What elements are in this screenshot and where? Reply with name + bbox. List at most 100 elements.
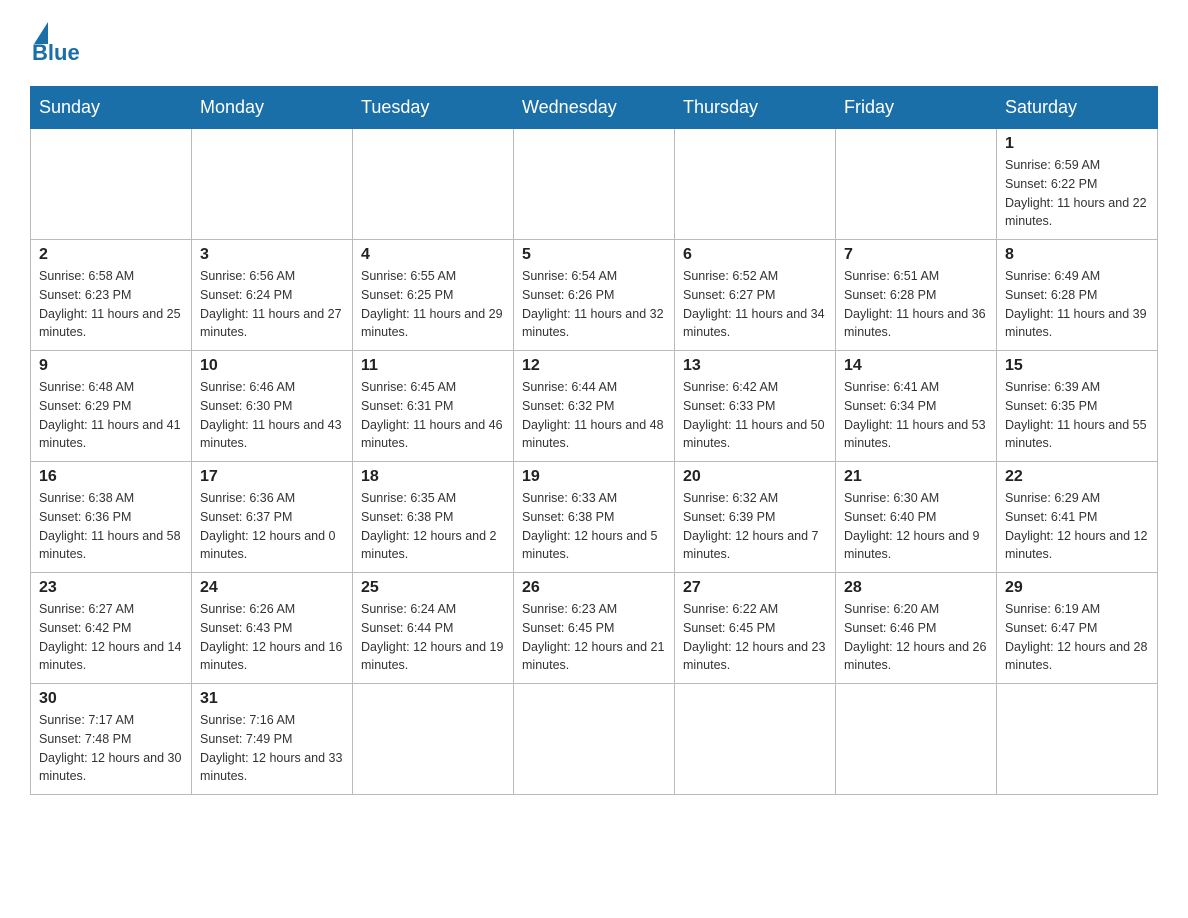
calendar-cell: 26Sunrise: 6:23 AM Sunset: 6:45 PM Dayli… bbox=[514, 573, 675, 684]
calendar-cell: 23 Sunrise: 6:27 AM Sunset: 6:42 PM Dayli… bbox=[31, 573, 192, 684]
day-info: Sunrise: 6:49 AM Sunset: 6:28 PM Dayligh… bbox=[1005, 267, 1149, 342]
weekday-header-wednesday: Wednesday bbox=[514, 87, 675, 129]
calendar-cell: 20 Sunrise: 6:32 AM Sunset: 6:39 PM Dayli… bbox=[675, 462, 836, 573]
day-info: Sunrise: 6:52 AM Sunset: 6:27 PM Dayligh… bbox=[683, 267, 827, 342]
calendar-cell: 3 Sunrise: 6:56 AM Sunset: 6:24 PM Daylig… bbox=[192, 240, 353, 351]
day-number: 14 bbox=[844, 357, 988, 375]
calendar-cell bbox=[353, 129, 514, 240]
calendar-week-1: 1Sunrise: 6:59 AM Sunset: 6:22 PM Daylig… bbox=[31, 129, 1158, 240]
calendar-cell: 7 Sunrise: 6:51 AM Sunset: 6:28 PM Daylig… bbox=[836, 240, 997, 351]
day-number: 12 bbox=[522, 357, 666, 375]
day-info: Sunrise: 6:36 AM Sunset: 6:37 PM Dayligh… bbox=[200, 489, 344, 564]
day-number: 23 bbox=[39, 579, 183, 597]
calendar-cell bbox=[836, 684, 997, 795]
calendar-cell bbox=[675, 129, 836, 240]
day-number: 7 bbox=[844, 246, 988, 264]
day-info: Sunrise: 6:41 AM Sunset: 6:34 PM Dayligh… bbox=[844, 378, 988, 453]
day-info: Sunrise: 6:46 AM Sunset: 6:30 PM Dayligh… bbox=[200, 378, 344, 453]
day-number: 15 bbox=[1005, 357, 1149, 375]
calendar-week-4: 16Sunrise: 6:38 AM Sunset: 6:36 PM Dayli… bbox=[31, 462, 1158, 573]
weekday-header-tuesday: Tuesday bbox=[353, 87, 514, 129]
calendar-cell: 19 Sunrise: 6:33 AM Sunset: 6:38 PM Dayli… bbox=[514, 462, 675, 573]
day-number: 29 bbox=[1005, 579, 1149, 597]
calendar-week-3: 9Sunrise: 6:48 AM Sunset: 6:29 PM Daylig… bbox=[31, 351, 1158, 462]
calendar-cell: 4Sunrise: 6:55 AM Sunset: 6:25 PM Daylig… bbox=[353, 240, 514, 351]
day-number: 3 bbox=[200, 246, 344, 264]
day-number: 16 bbox=[39, 468, 183, 486]
day-number: 30 bbox=[39, 690, 183, 708]
weekday-header-thursday: Thursday bbox=[675, 87, 836, 129]
calendar-cell: 15Sunrise: 6:39 AM Sunset: 6:35 PM Dayli… bbox=[997, 351, 1158, 462]
day-number: 25 bbox=[361, 579, 505, 597]
day-info: Sunrise: 6:26 AM Sunset: 6:43 PM Dayligh… bbox=[200, 600, 344, 675]
day-info: Sunrise: 7:17 AM Sunset: 7:48 PM Dayligh… bbox=[39, 711, 183, 786]
day-info: Sunrise: 6:55 AM Sunset: 6:25 PM Dayligh… bbox=[361, 267, 505, 342]
day-number: 8 bbox=[1005, 246, 1149, 264]
calendar-cell: 29 Sunrise: 6:19 AM Sunset: 6:47 PM Dayli… bbox=[997, 573, 1158, 684]
calendar-cell: 25 Sunrise: 6:24 AM Sunset: 6:44 PM Dayli… bbox=[353, 573, 514, 684]
calendar-cell: 10 Sunrise: 6:46 AM Sunset: 6:30 PM Dayli… bbox=[192, 351, 353, 462]
calendar-cell bbox=[836, 129, 997, 240]
page-header: Blue bbox=[30, 20, 1158, 66]
calendar-cell: 18 Sunrise: 6:35 AM Sunset: 6:38 PM Dayli… bbox=[353, 462, 514, 573]
calendar-table: SundayMondayTuesdayWednesdayThursdayFrid… bbox=[30, 86, 1158, 795]
calendar-cell: 16Sunrise: 6:38 AM Sunset: 6:36 PM Dayli… bbox=[31, 462, 192, 573]
day-info: Sunrise: 6:29 AM Sunset: 6:41 PM Dayligh… bbox=[1005, 489, 1149, 564]
day-number: 6 bbox=[683, 246, 827, 264]
day-info: Sunrise: 7:16 AM Sunset: 7:49 PM Dayligh… bbox=[200, 711, 344, 786]
day-info: Sunrise: 6:51 AM Sunset: 6:28 PM Dayligh… bbox=[844, 267, 988, 342]
day-number: 10 bbox=[200, 357, 344, 375]
day-info: Sunrise: 6:54 AM Sunset: 6:26 PM Dayligh… bbox=[522, 267, 666, 342]
calendar-week-2: 2 Sunrise: 6:58 AM Sunset: 6:23 PM Daylig… bbox=[31, 240, 1158, 351]
day-info: Sunrise: 6:48 AM Sunset: 6:29 PM Dayligh… bbox=[39, 378, 183, 453]
calendar-cell bbox=[675, 684, 836, 795]
day-info: Sunrise: 6:27 AM Sunset: 6:42 PM Dayligh… bbox=[39, 600, 183, 675]
day-info: Sunrise: 6:22 AM Sunset: 6:45 PM Dayligh… bbox=[683, 600, 827, 675]
day-number: 20 bbox=[683, 468, 827, 486]
weekday-row: SundayMondayTuesdayWednesdayThursdayFrid… bbox=[31, 87, 1158, 129]
calendar-cell bbox=[514, 684, 675, 795]
day-number: 26 bbox=[522, 579, 666, 597]
calendar-cell: 5 Sunrise: 6:54 AM Sunset: 6:26 PM Daylig… bbox=[514, 240, 675, 351]
calendar-cell: 22Sunrise: 6:29 AM Sunset: 6:41 PM Dayli… bbox=[997, 462, 1158, 573]
day-info: Sunrise: 6:32 AM Sunset: 6:39 PM Dayligh… bbox=[683, 489, 827, 564]
calendar-cell: 1Sunrise: 6:59 AM Sunset: 6:22 PM Daylig… bbox=[997, 129, 1158, 240]
day-info: Sunrise: 6:19 AM Sunset: 6:47 PM Dayligh… bbox=[1005, 600, 1149, 675]
day-number: 18 bbox=[361, 468, 505, 486]
calendar-body: 1Sunrise: 6:59 AM Sunset: 6:22 PM Daylig… bbox=[31, 129, 1158, 795]
logo: Blue bbox=[30, 20, 80, 66]
day-number: 2 bbox=[39, 246, 183, 264]
calendar-cell: 6 Sunrise: 6:52 AM Sunset: 6:27 PM Daylig… bbox=[675, 240, 836, 351]
weekday-header-monday: Monday bbox=[192, 87, 353, 129]
day-number: 31 bbox=[200, 690, 344, 708]
weekday-header-friday: Friday bbox=[836, 87, 997, 129]
calendar-cell: 27Sunrise: 6:22 AM Sunset: 6:45 PM Dayli… bbox=[675, 573, 836, 684]
calendar-cell: 30 Sunrise: 7:17 AM Sunset: 7:48 PM Dayli… bbox=[31, 684, 192, 795]
day-number: 24 bbox=[200, 579, 344, 597]
calendar-cell: 14 Sunrise: 6:41 AM Sunset: 6:34 PM Dayli… bbox=[836, 351, 997, 462]
day-info: Sunrise: 6:24 AM Sunset: 6:44 PM Dayligh… bbox=[361, 600, 505, 675]
day-info: Sunrise: 6:33 AM Sunset: 6:38 PM Dayligh… bbox=[522, 489, 666, 564]
calendar-cell: 8 Sunrise: 6:49 AM Sunset: 6:28 PM Daylig… bbox=[997, 240, 1158, 351]
day-number: 13 bbox=[683, 357, 827, 375]
calendar-header: SundayMondayTuesdayWednesdayThursdayFrid… bbox=[31, 87, 1158, 129]
weekday-header-saturday: Saturday bbox=[997, 87, 1158, 129]
calendar-cell bbox=[997, 684, 1158, 795]
day-number: 28 bbox=[844, 579, 988, 597]
day-info: Sunrise: 6:58 AM Sunset: 6:23 PM Dayligh… bbox=[39, 267, 183, 342]
calendar-week-6: 30 Sunrise: 7:17 AM Sunset: 7:48 PM Dayli… bbox=[31, 684, 1158, 795]
calendar-cell bbox=[353, 684, 514, 795]
calendar-cell: 31 Sunrise: 7:16 AM Sunset: 7:49 PM Dayli… bbox=[192, 684, 353, 795]
day-number: 19 bbox=[522, 468, 666, 486]
calendar-cell bbox=[514, 129, 675, 240]
day-number: 5 bbox=[522, 246, 666, 264]
calendar-cell: 9Sunrise: 6:48 AM Sunset: 6:29 PM Daylig… bbox=[31, 351, 192, 462]
day-info: Sunrise: 6:35 AM Sunset: 6:38 PM Dayligh… bbox=[361, 489, 505, 564]
day-info: Sunrise: 6:44 AM Sunset: 6:32 PM Dayligh… bbox=[522, 378, 666, 453]
day-info: Sunrise: 6:56 AM Sunset: 6:24 PM Dayligh… bbox=[200, 267, 344, 342]
calendar-cell bbox=[31, 129, 192, 240]
day-number: 17 bbox=[200, 468, 344, 486]
day-info: Sunrise: 6:20 AM Sunset: 6:46 PM Dayligh… bbox=[844, 600, 988, 675]
day-number: 21 bbox=[844, 468, 988, 486]
day-info: Sunrise: 6:45 AM Sunset: 6:31 PM Dayligh… bbox=[361, 378, 505, 453]
